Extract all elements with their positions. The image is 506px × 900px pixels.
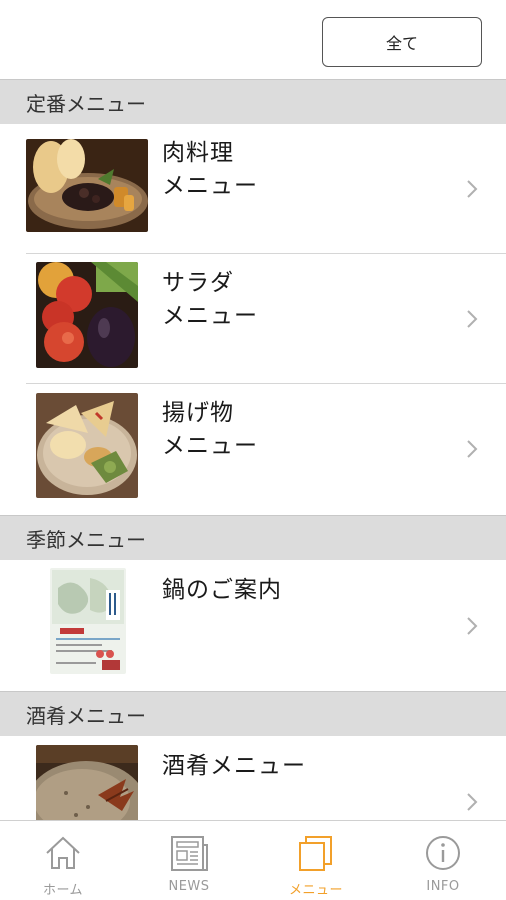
meat-dish-thumbnail xyxy=(26,139,148,232)
salad-thumbnail xyxy=(36,262,138,368)
info-icon xyxy=(426,836,460,870)
fried-food-thumbnail xyxy=(36,393,138,498)
hotpot-flyer-thumbnail xyxy=(50,568,126,674)
app-screen: 全て 定番メニュー 肉料理 メニュー サラダ メニュー 揚げ物 メニュー 季節メ… xyxy=(0,0,506,900)
home-icon xyxy=(46,836,80,869)
chevron-right-icon xyxy=(467,310,478,328)
menu-row-snacks[interactable]: 酒肴メニュー xyxy=(0,736,506,820)
chevron-right-icon xyxy=(467,180,478,198)
tab-label: NEWS xyxy=(168,879,210,894)
section-header-snacks: 酒肴メニュー xyxy=(0,691,506,736)
menu-row-subtitle: メニュー xyxy=(162,433,258,459)
menu-row-title: 揚げ物 xyxy=(162,400,234,426)
tab-label: INFO xyxy=(426,879,460,894)
tab-home[interactable]: ホーム xyxy=(0,821,126,900)
menu-row-meat[interactable]: 肉料理 メニュー xyxy=(0,124,506,254)
menu-row-hotpot[interactable]: 鍋のご案内 xyxy=(0,560,506,690)
top-bar: 全て xyxy=(0,0,506,79)
section-header-standard: 定番メニュー xyxy=(0,79,506,124)
menu-row-title: サラダ xyxy=(162,270,234,296)
tab-bar: ホーム NEWS メニュー INFO xyxy=(0,820,506,900)
menu-row-title: 酒肴メニュー xyxy=(162,753,306,779)
chevron-right-icon xyxy=(467,617,478,635)
tab-info[interactable]: INFO xyxy=(380,821,506,900)
menu-row-subtitle: メニュー xyxy=(162,303,258,329)
section-header-seasonal: 季節メニュー xyxy=(0,515,506,560)
menu-book-icon xyxy=(299,836,332,871)
tab-menu[interactable]: メニュー xyxy=(253,821,379,900)
tab-news[interactable]: NEWS xyxy=(126,821,252,900)
menu-row-title: 肉料理 xyxy=(162,140,234,166)
chevron-right-icon xyxy=(467,793,478,811)
menu-row-fried[interactable]: 揚げ物 メニュー xyxy=(0,384,506,515)
snacks-thumbnail xyxy=(36,745,138,820)
menu-list[interactable]: 定番メニュー 肉料理 メニュー サラダ メニュー 揚げ物 メニュー 季節メニュー… xyxy=(0,79,506,820)
menu-row-title: 鍋のご案内 xyxy=(162,577,282,603)
menu-row-salad[interactable]: サラダ メニュー xyxy=(0,254,506,384)
all-button[interactable]: 全て xyxy=(322,17,482,67)
chevron-right-icon xyxy=(467,440,478,458)
newspaper-icon xyxy=(171,836,208,871)
tab-label: メニュー xyxy=(288,883,343,898)
menu-row-subtitle: メニュー xyxy=(162,173,258,199)
tab-label: ホーム xyxy=(42,883,84,898)
